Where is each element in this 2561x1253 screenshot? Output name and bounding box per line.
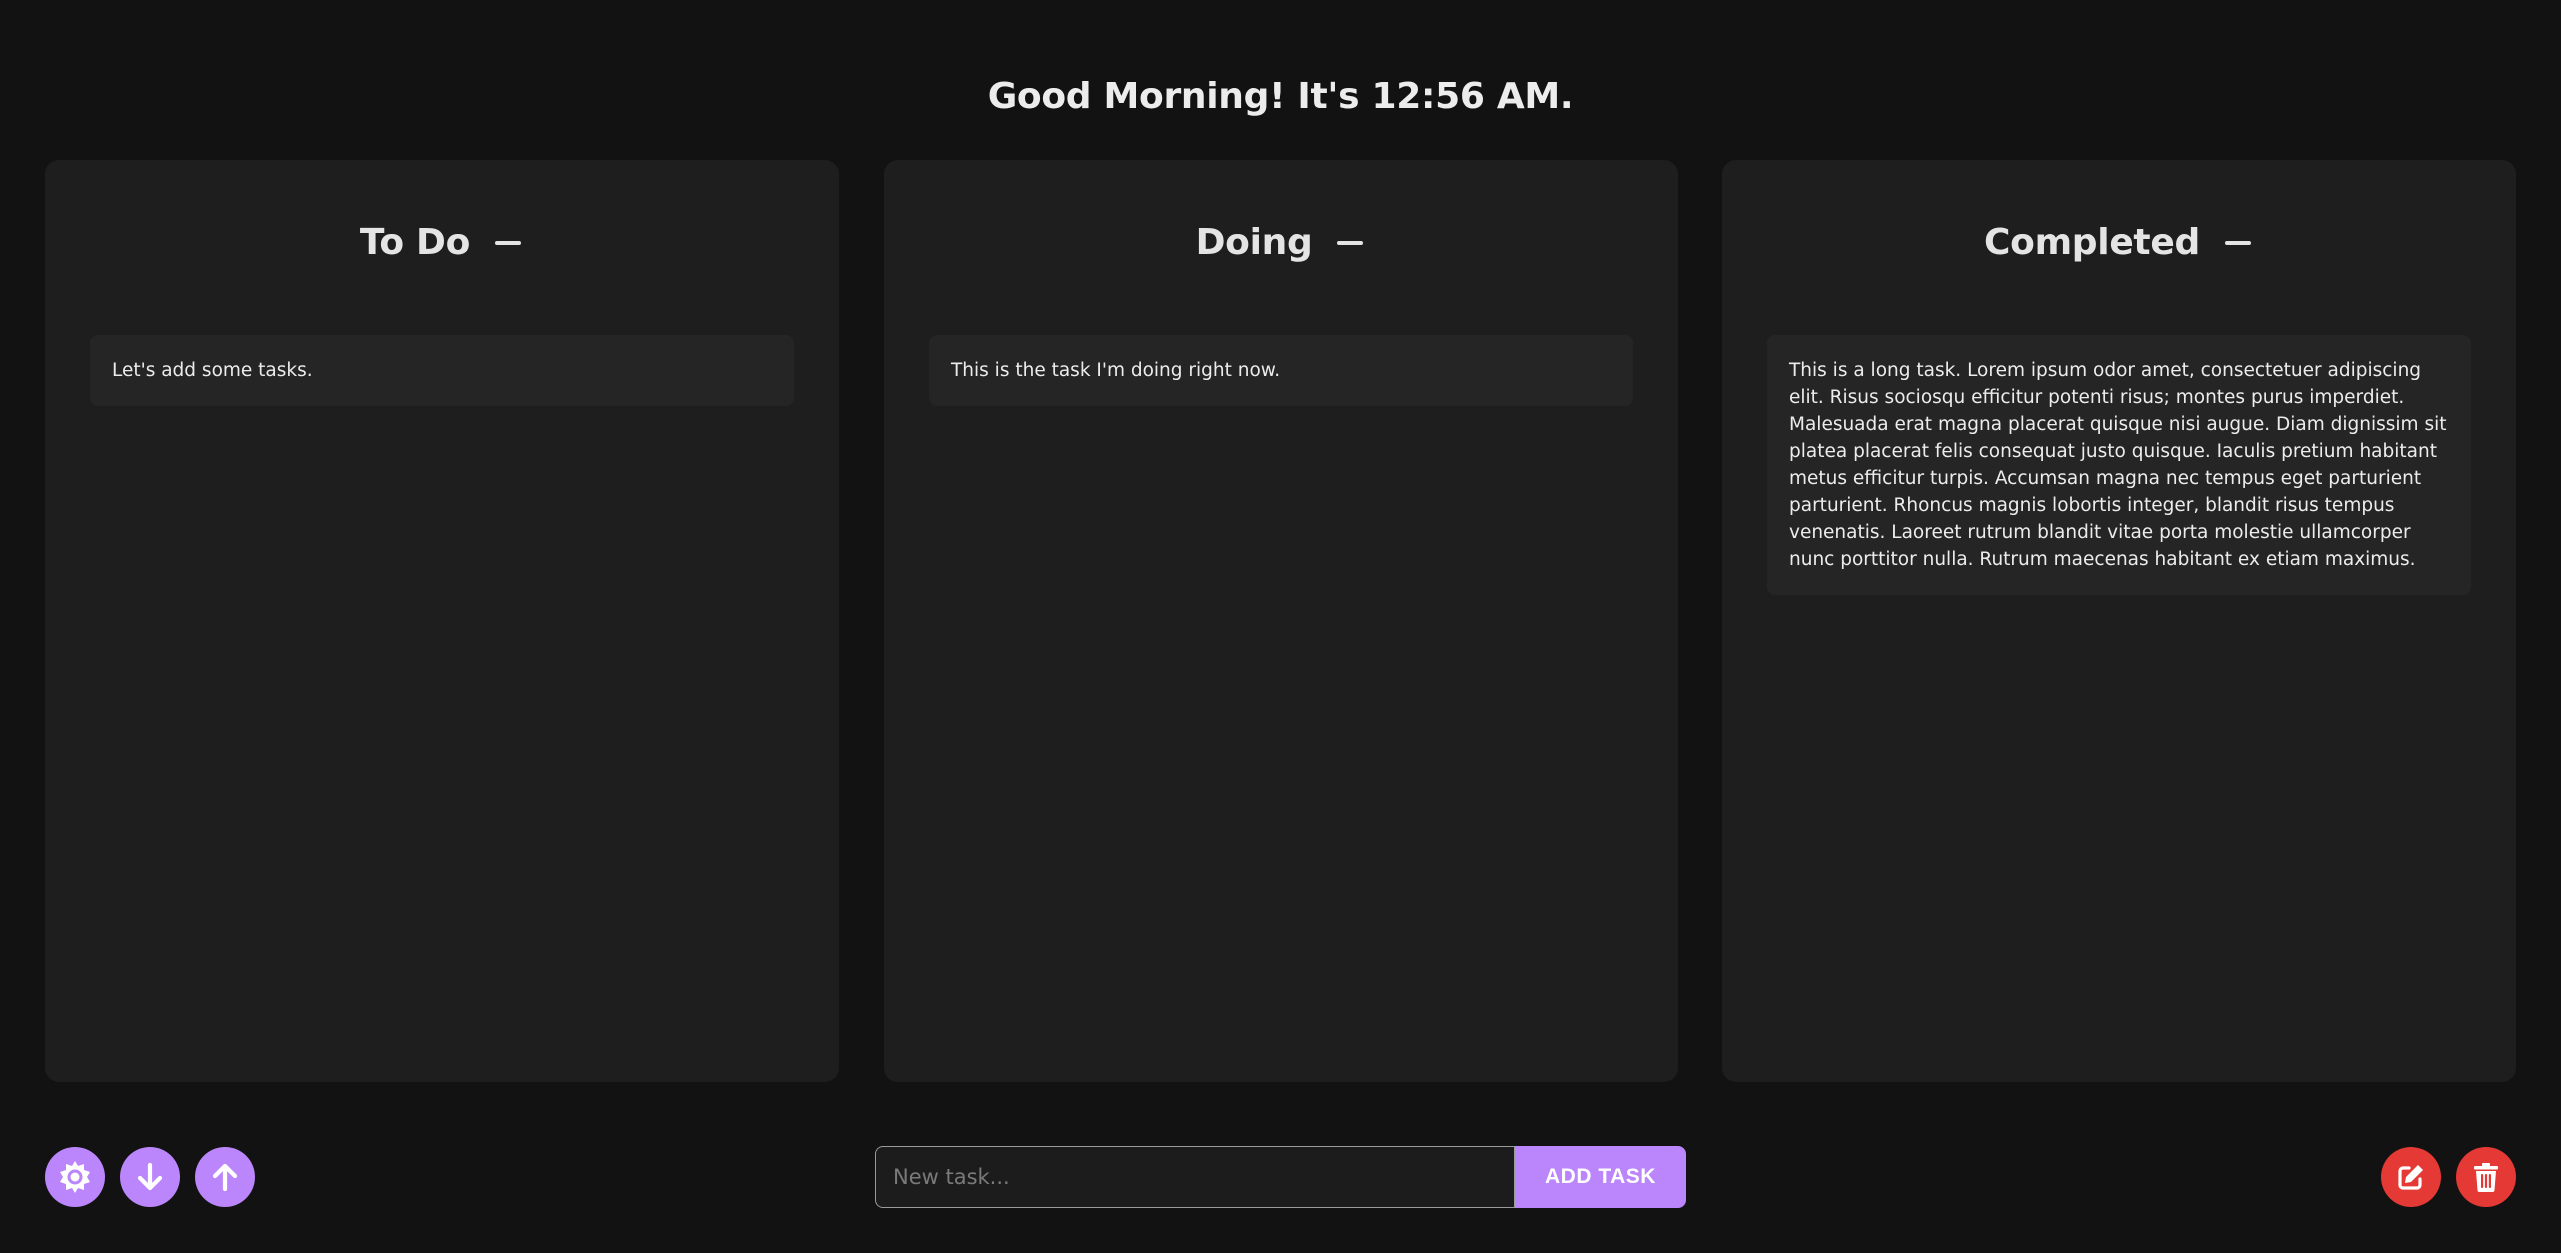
minus-icon (2224, 240, 2251, 245)
right-toolbar (2381, 1147, 2516, 1207)
column-title: To Do (359, 222, 471, 263)
task-card[interactable]: Let's add some tasks. (90, 335, 794, 406)
theme-toggle-button[interactable] (45, 1147, 105, 1207)
greeting-heading: Good Morning! It's 12:56 AM. (987, 76, 1574, 117)
upload-icon (212, 1163, 238, 1192)
task-list: Let's add some tasks. (90, 335, 794, 406)
collapse-column-button[interactable] (2222, 223, 2254, 263)
left-toolbar (45, 1147, 255, 1207)
add-task-button[interactable]: ADD TASK (1515, 1146, 1686, 1208)
download-button[interactable] (120, 1147, 180, 1207)
column-completed: Completed This is a long task. Lorem ips… (1722, 160, 2516, 1082)
task-card[interactable]: This is the task I'm doing right now. (929, 335, 1633, 406)
minus-icon (1337, 240, 1364, 245)
theme-toggle-icon (60, 1161, 90, 1193)
kanban-board: To Do Let's add some tasks. Doing This i… (45, 160, 2516, 1082)
edit-icon (2398, 1165, 2423, 1190)
column-title: Doing (1195, 222, 1313, 263)
column-todo: To Do Let's add some tasks. (45, 160, 839, 1082)
task-card[interactable]: This is a long task. Lorem ipsum odor am… (1767, 335, 2471, 595)
delete-button[interactable] (2456, 1147, 2516, 1207)
download-icon (137, 1162, 163, 1191)
add-task-form: ADD TASK (875, 1146, 1686, 1208)
column-header: Doing (884, 222, 1678, 263)
column-header: To Do (45, 222, 839, 263)
collapse-column-button[interactable] (1334, 223, 1366, 263)
task-list: This is the task I'm doing right now. (929, 335, 1633, 406)
new-task-input[interactable] (875, 1146, 1515, 1208)
task-list: This is a long task. Lorem ipsum odor am… (1767, 335, 2471, 595)
column-header: Completed (1722, 222, 2516, 263)
minus-icon (495, 240, 522, 245)
trash-icon (2474, 1163, 2498, 1192)
collapse-column-button[interactable] (492, 223, 524, 263)
upload-button[interactable] (195, 1147, 255, 1207)
column-doing: Doing This is the task I'm doing right n… (884, 160, 1678, 1082)
edit-button[interactable] (2381, 1147, 2441, 1207)
column-title: Completed (1984, 222, 2200, 263)
